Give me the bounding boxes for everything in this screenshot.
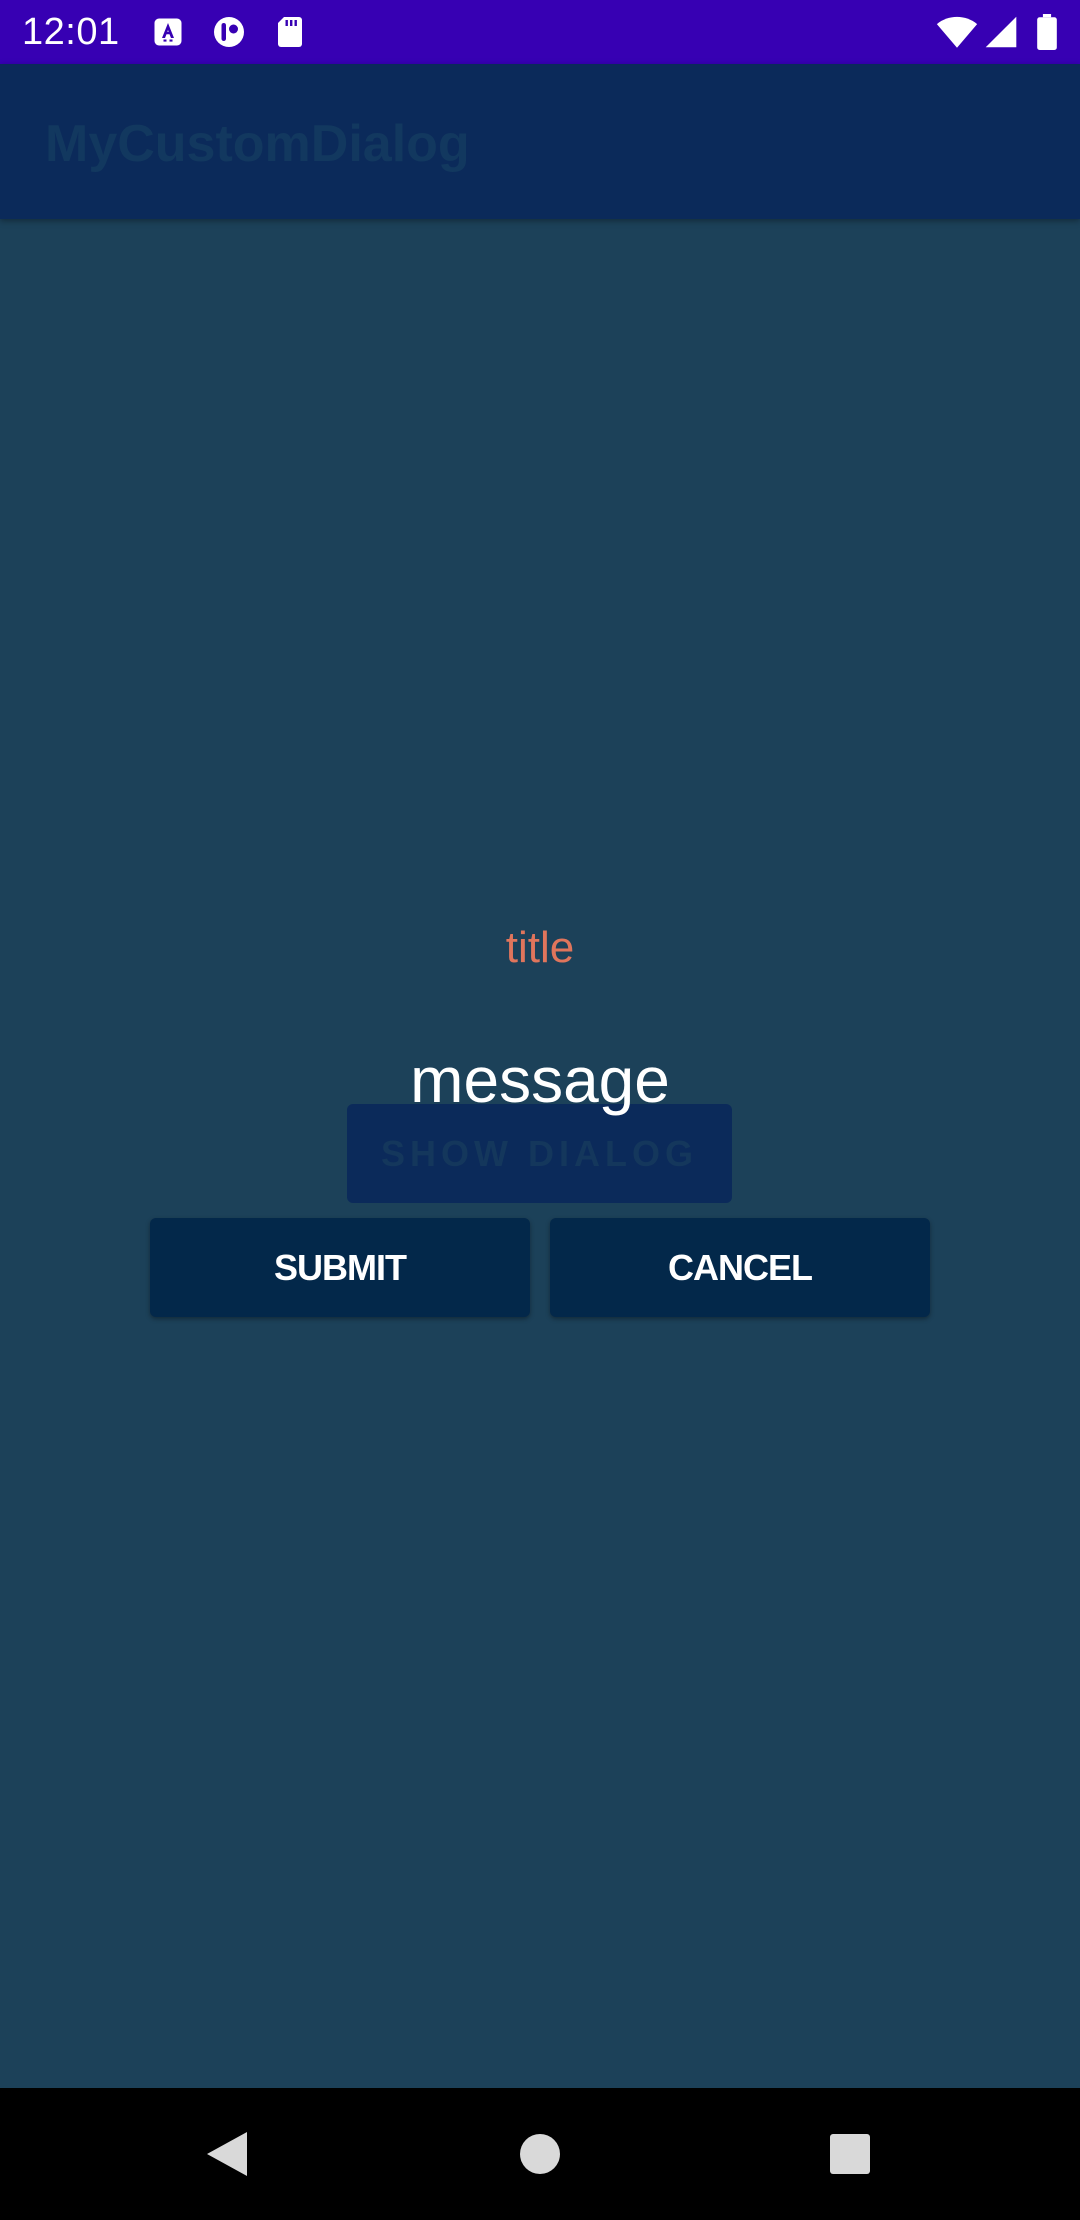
app-bar: MyCustomDialog (0, 64, 1080, 219)
navigation-bar (0, 2088, 1080, 2220)
recents-icon[interactable] (814, 2118, 886, 2190)
status-time: 12:01 (22, 11, 120, 53)
dialog-title: title (505, 923, 575, 972)
wifi-icon (936, 14, 978, 50)
sd-card-icon (272, 14, 308, 50)
app-title: MyCustomDialog (45, 115, 470, 173)
status-bar: 12:01 (0, 0, 1080, 64)
signal-icon (984, 14, 1018, 50)
battery-icon (1036, 14, 1058, 50)
dialog-message: message (410, 1044, 670, 1116)
back-icon[interactable] (191, 2118, 263, 2190)
home-icon[interactable] (504, 2118, 576, 2190)
a-translate-icon (150, 14, 186, 50)
submit-button[interactable]: SUBMIT (150, 1218, 530, 1317)
cancel-button[interactable]: CANCEL (550, 1218, 930, 1317)
toggle-app-icon (211, 14, 247, 50)
screen: 12:01 MyCustomDialog SHOW DIALOG title m… (0, 0, 1080, 2220)
